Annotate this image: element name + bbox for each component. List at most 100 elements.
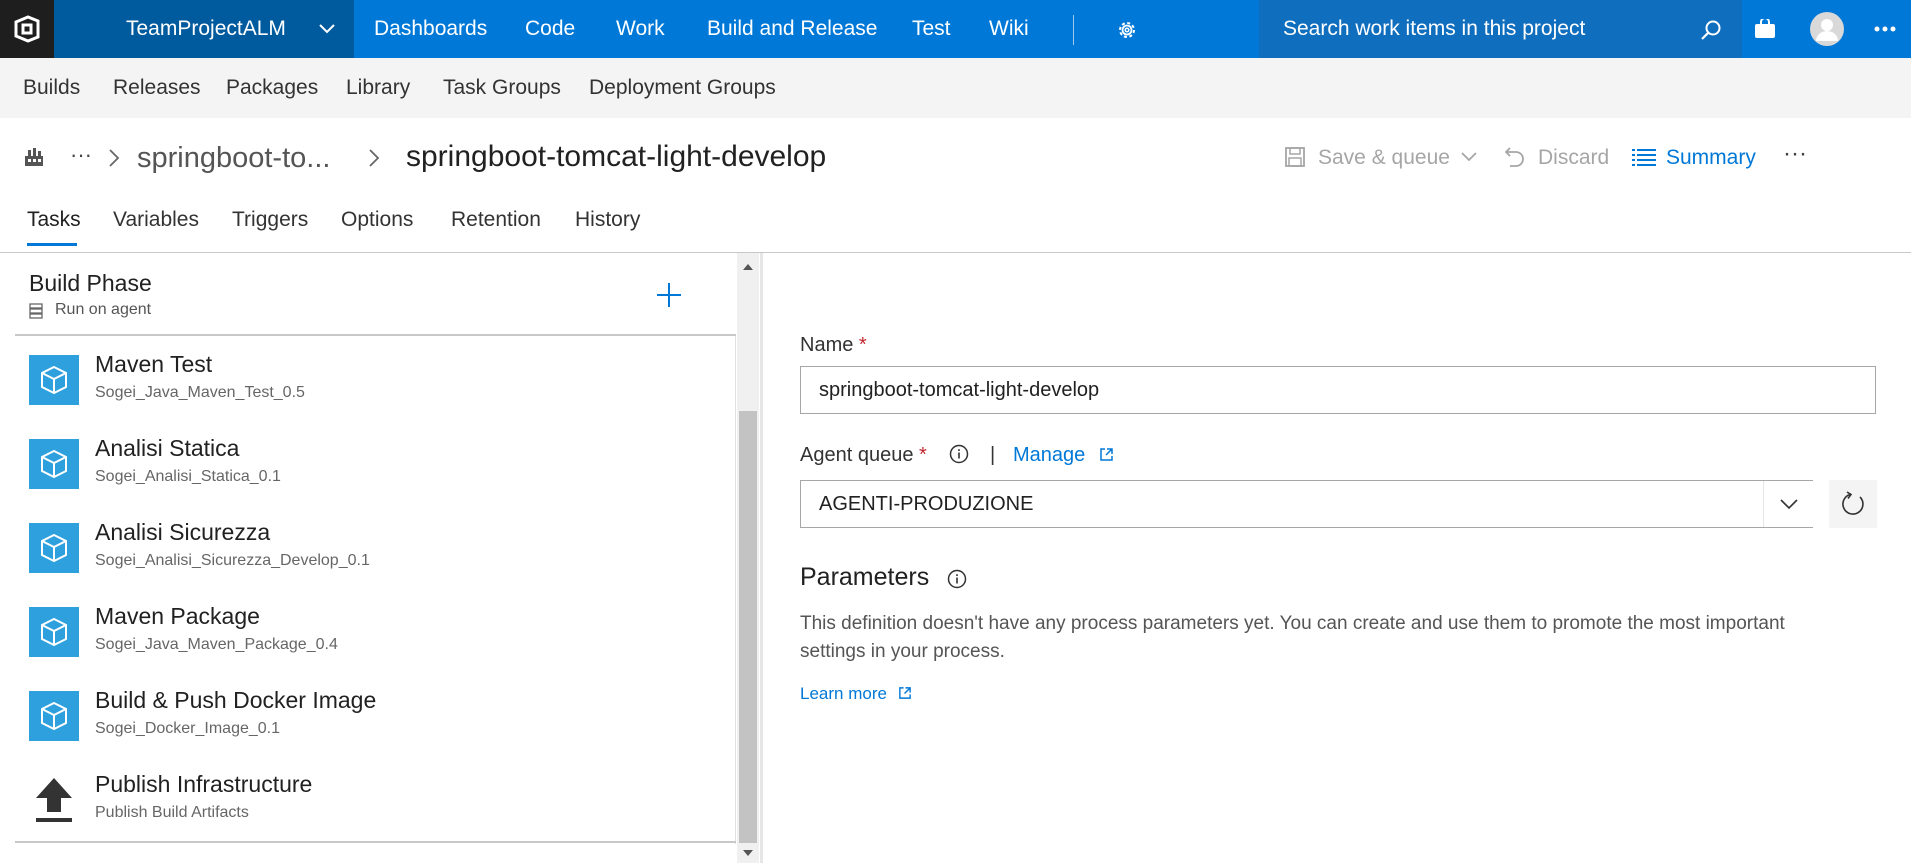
task-item[interactable]: Maven Test Sogei_Java_Maven_Test_0.5 — [15, 338, 736, 422]
vsts-logo-icon — [14, 15, 40, 43]
scroll-thumb[interactable] — [739, 411, 757, 843]
subnav-packages[interactable]: Packages — [226, 58, 318, 118]
task-subtitle: Sogei_Analisi_Statica_0.1 — [95, 468, 281, 485]
name-field[interactable] — [800, 366, 1876, 414]
panel-splitter[interactable] — [760, 253, 763, 863]
refresh-button[interactable] — [1829, 480, 1877, 528]
search-input[interactable] — [1283, 0, 1683, 58]
more-icon[interactable] — [1870, 0, 1900, 58]
phase-title: Build Phase — [29, 270, 152, 296]
task-item[interactable]: Build & Push Docker Image Sogei_Docker_I… — [15, 674, 736, 758]
add-task-icon[interactable] — [656, 282, 682, 308]
task-item[interactable]: Maven Package Sogei_Java_Maven_Package_0… — [15, 590, 736, 674]
scroll-down-icon[interactable] — [742, 849, 754, 857]
cube-icon — [29, 523, 79, 573]
active-tab-indicator — [27, 243, 77, 246]
search-icon[interactable] — [1700, 19, 1722, 41]
agent-queue-value: AGENTI-PRODUZIONE — [819, 493, 1034, 515]
chevron-down-icon[interactable] — [1763, 481, 1813, 527]
task-subtitle: Publish Build Artifacts — [95, 804, 249, 821]
tab-tasks[interactable]: Tasks — [27, 208, 81, 248]
subnav-task-groups[interactable]: Task Groups — [443, 58, 561, 118]
manage-link[interactable]: Manage — [1013, 444, 1085, 467]
task-list-scrollbar[interactable] — [737, 253, 759, 863]
cube-icon — [29, 607, 79, 657]
task-subtitle: Sogei_Java_Maven_Test_0.5 — [95, 384, 305, 401]
chevron-down-icon[interactable] — [1460, 150, 1478, 164]
task-subtitle: Sogei_Java_Maven_Package_0.4 — [95, 636, 338, 653]
external-link-icon[interactable] — [898, 686, 912, 700]
vsts-logo[interactable] — [0, 0, 54, 58]
nav-code[interactable]: Code — [525, 0, 575, 58]
info-icon[interactable] — [947, 569, 967, 589]
chevron-right-icon — [109, 149, 120, 167]
parameters-description: This definition doesn't have any process… — [800, 613, 1785, 662]
info-icon[interactable] — [949, 444, 969, 464]
task-name: Analisi Sicurezza — [95, 519, 271, 545]
breadcrumb-parent[interactable]: springboot-to... — [137, 142, 330, 175]
summary-link[interactable]: Summary — [1666, 146, 1756, 170]
phase-subtitle: Run on agent — [55, 301, 152, 318]
required-mark: * — [919, 444, 927, 466]
nav-wiki[interactable]: Wiki — [989, 0, 1029, 58]
learn-more-link[interactable]: Learn more — [800, 684, 887, 704]
nav-test[interactable]: Test — [912, 0, 951, 58]
build-phase[interactable]: Build Phase Run on agent — [15, 253, 736, 336]
upload-icon — [29, 775, 79, 825]
panel-divider — [15, 841, 736, 843]
breadcrumb-ellipsis[interactable]: ··· — [70, 142, 92, 168]
subnav-builds[interactable]: Builds — [23, 58, 80, 118]
nav-work[interactable]: Work — [616, 0, 665, 58]
cube-icon — [29, 691, 79, 741]
task-item[interactable]: Analisi Statica Sogei_Analisi_Statica_0.… — [15, 422, 736, 506]
cube-icon — [29, 355, 79, 405]
label-divider: | — [990, 444, 996, 466]
nav-dashboards[interactable]: Dashboards — [374, 0, 487, 58]
avatar[interactable] — [1807, 0, 1847, 58]
tab-options[interactable]: Options — [341, 208, 413, 248]
task-item[interactable]: Publish Infrastructure Publish Build Art… — [15, 758, 736, 842]
refresh-icon — [1842, 491, 1864, 515]
subnav-releases[interactable]: Releases — [113, 58, 201, 118]
subnav-deployment-groups[interactable]: Deployment Groups — [589, 58, 776, 118]
agent-queue-select[interactable]: AGENTI-PRODUZIONE — [800, 480, 1813, 528]
discard-button[interactable]: Discard — [1538, 146, 1609, 170]
project-name: TeamProjectALM — [126, 17, 286, 40]
task-name: Maven Package — [95, 603, 260, 629]
task-name: Publish Infrastructure — [95, 771, 313, 797]
tab-triggers[interactable]: Triggers — [232, 208, 308, 248]
server-icon — [29, 303, 43, 319]
task-list-panel: Build Phase Run on agent Maven Test Soge… — [15, 253, 736, 844]
cube-icon — [29, 439, 79, 489]
scroll-up-icon[interactable] — [742, 263, 754, 271]
top-bar: TeamProjectALM Dashboards Code Work Buil… — [0, 0, 1911, 58]
undo-icon — [1504, 147, 1524, 167]
subnav-library[interactable]: Library — [346, 58, 410, 118]
tab-variables[interactable]: Variables — [113, 208, 199, 248]
task-name: Maven Test — [95, 351, 213, 377]
list-icon — [1632, 149, 1656, 166]
external-link-icon[interactable] — [1099, 447, 1114, 462]
tab-retention[interactable]: Retention — [451, 208, 541, 248]
nav-build-and-release[interactable]: Build and Release — [707, 0, 877, 58]
project-selector[interactable]: TeamProjectALM — [54, 0, 354, 58]
save-queue-button[interactable]: Save & queue — [1318, 146, 1450, 170]
task-subtitle: Sogei_Analisi_Sicurezza_Develop_0.1 — [95, 552, 370, 569]
sub-nav: Builds Releases Packages Library Task Gr… — [0, 58, 1911, 118]
required-mark: * — [858, 334, 867, 356]
build-definition-icon — [25, 148, 43, 166]
more-actions-button[interactable]: ··· — [1783, 140, 1807, 168]
chevron-right-icon — [369, 149, 380, 167]
chevron-down-icon — [319, 24, 335, 34]
task-item[interactable]: Analisi Sicurezza Sogei_Analisi_Sicurezz… — [15, 506, 736, 590]
task-subtitle: Sogei_Docker_Image_0.1 — [95, 720, 281, 737]
definition-header: ··· springboot-to... springboot-tomcat-l… — [0, 118, 1911, 253]
marketplace-icon[interactable] — [1750, 0, 1780, 58]
tab-history[interactable]: History — [575, 208, 640, 248]
name-label: Name * — [800, 334, 867, 356]
save-icon — [1285, 147, 1305, 167]
task-name: Analisi Statica — [95, 435, 240, 461]
agent-queue-label: Agent queue * — [800, 444, 927, 466]
gear-icon[interactable] — [1116, 19, 1138, 41]
search-box — [1259, 0, 1742, 58]
